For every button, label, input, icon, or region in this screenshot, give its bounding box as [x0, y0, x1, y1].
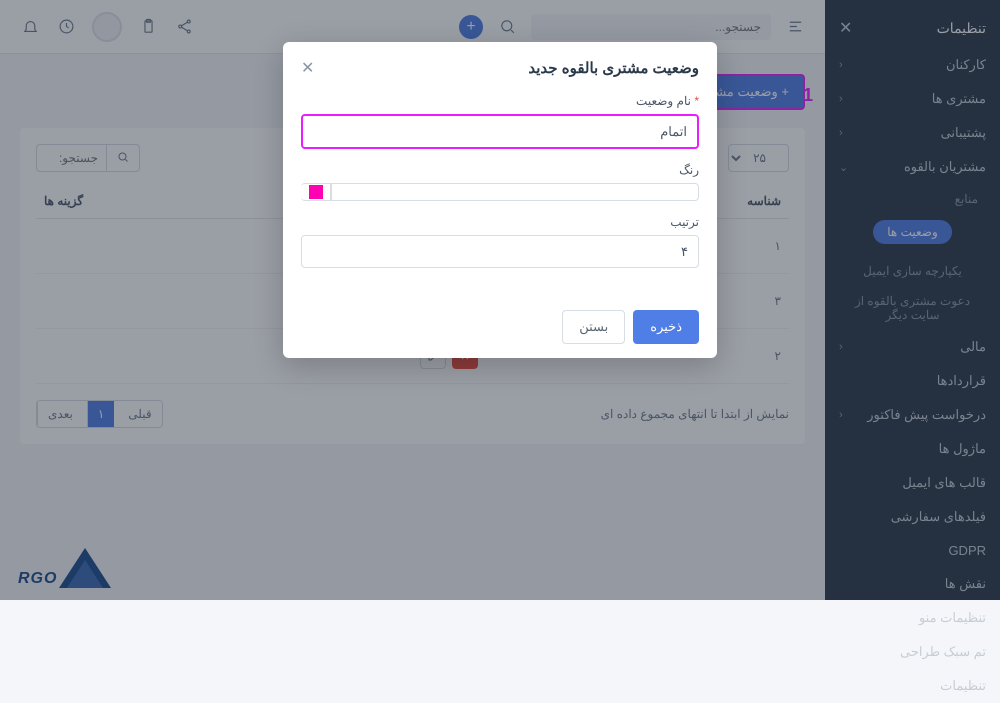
color-swatch[interactable]: [301, 183, 331, 201]
close-button[interactable]: بستن: [562, 310, 625, 344]
label-order: ترتیب: [301, 215, 699, 229]
field-color: رنگ: [301, 163, 699, 201]
sidebar-item-menu-settings[interactable]: تنظیمات منو: [825, 601, 1000, 635]
label-color: رنگ: [301, 163, 699, 177]
field-order: ترتیب: [301, 215, 699, 268]
close-icon[interactable]: ✕: [301, 58, 314, 78]
input-color[interactable]: [331, 183, 699, 201]
new-status-modal: وضعیت مشتری بالقوه جدید ✕ * نام وضعیت رن…: [283, 42, 717, 358]
input-order[interactable]: [301, 235, 699, 268]
label-status-name: * نام وضعیت: [301, 94, 699, 108]
modal-footer: ذخیره بستن: [283, 296, 717, 358]
color-input-group: [301, 183, 699, 201]
modal-title: وضعیت مشتری بالقوه جدید: [528, 59, 699, 77]
sidebar-item-theme[interactable]: تم سبک طراحی: [825, 635, 1000, 669]
save-button[interactable]: ذخیره: [633, 310, 699, 344]
field-status-name: * نام وضعیت: [301, 94, 699, 149]
modal-body: * نام وضعیت رنگ ترتیب: [283, 94, 717, 296]
modal-header: وضعیت مشتری بالقوه جدید ✕: [283, 42, 717, 94]
sidebar-item-settings[interactable]: تنظیمات: [825, 669, 1000, 703]
input-status-name[interactable]: [301, 114, 699, 149]
